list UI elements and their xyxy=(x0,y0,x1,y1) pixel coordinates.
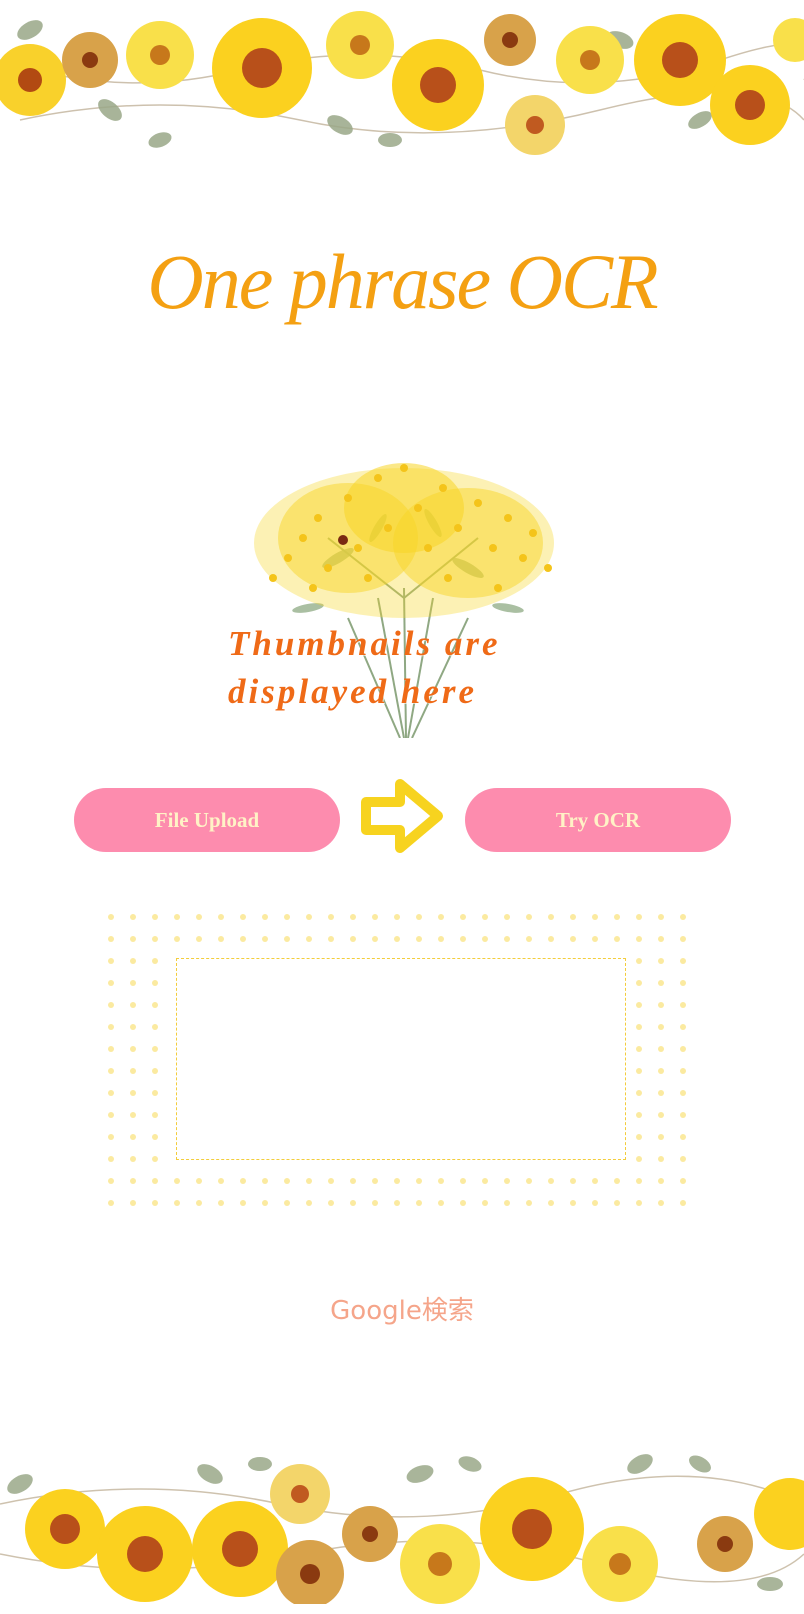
ocr-result-textbox[interactable] xyxy=(176,958,626,1160)
thumbnail-placeholder-text: Thumbnails are displayed here xyxy=(228,624,501,711)
file-upload-button[interactable]: File Upload xyxy=(74,788,340,852)
ocr-result-frame xyxy=(106,912,690,1214)
google-search-link[interactable]: Google検索 xyxy=(0,1290,804,1327)
try-ocr-button[interactable]: Try OCR xyxy=(465,788,731,852)
thumbnail-preview: Thumbnails are displayed here xyxy=(228,448,580,738)
page-title: One phrase OCR xyxy=(147,238,658,325)
floral-garland-top-icon xyxy=(0,11,804,155)
floral-garland-bottom-icon xyxy=(0,1454,804,1604)
arrow-right-icon xyxy=(361,779,443,853)
